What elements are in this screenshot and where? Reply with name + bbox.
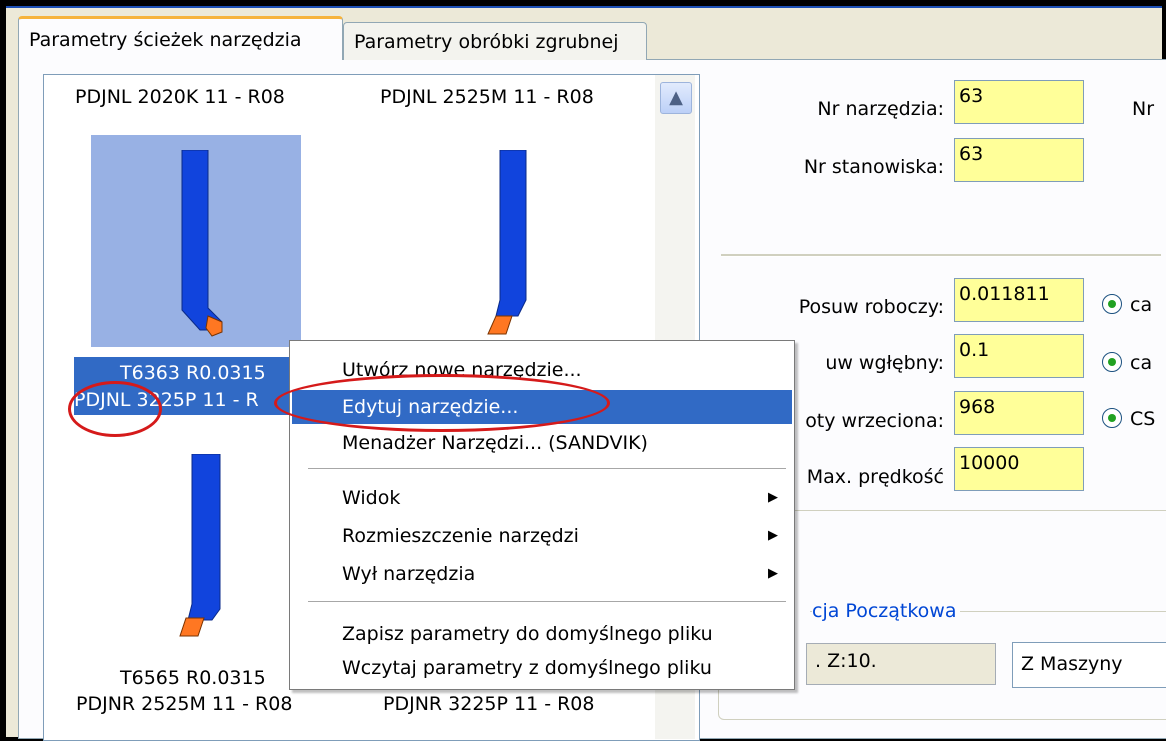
menu-item-tool-layout[interactable]: Rozmieszczenie narzędzi ▶ [292, 519, 792, 553]
annotation-ellipse [274, 374, 610, 432]
start-position-group-label: cja Początkowa [812, 600, 961, 622]
window-edge [6, 6, 1162, 8]
station-number-label: Nr stanowiska: [803, 156, 944, 178]
turning-tool-icon[interactable] [178, 150, 228, 340]
spindle-unit-radio[interactable] [1102, 408, 1122, 428]
submenu-arrow-icon: ▶ [768, 566, 778, 581]
spindle-unit-label: CS [1130, 408, 1156, 430]
menu-item-save-defaults[interactable]: Zapisz parametry do domyślnego pliku [292, 617, 792, 651]
max-speed-field[interactable]: 10000 [954, 447, 1084, 491]
feed-unit-label: ca [1130, 294, 1153, 316]
tab-roughing-parameters[interactable]: Parametry obróbki zgrubnej [343, 22, 647, 60]
turning-tool-icon[interactable] [172, 454, 228, 644]
menu-separator [308, 601, 786, 602]
tool-label-selected[interactable]: T6363 R0.0315 [120, 362, 266, 384]
menu-item-label: Rozmieszczenie narzędzi [342, 525, 579, 547]
annotation-ellipse [68, 381, 162, 437]
chevron-up-icon: ▲ [669, 87, 683, 108]
tool-label[interactable]: PDJNL 2525M 11 - R08 [380, 86, 594, 108]
tool-label[interactable]: PDJNR 3225P 11 - R08 [383, 693, 595, 715]
menu-item-tool-off[interactable]: Wył narzędzia ▶ [292, 557, 792, 591]
tool-number-field[interactable]: 63 [954, 80, 1084, 124]
feed-rate-label: Posuw roboczy: [798, 296, 944, 318]
section-divider [721, 254, 1161, 257]
station-number-field[interactable]: 63 [954, 138, 1084, 182]
menu-item-label: Widok [342, 487, 401, 509]
tool-label[interactable]: T6565 R0.0315 [120, 667, 266, 689]
feed-rate-field[interactable]: 0.011811 [954, 278, 1084, 322]
menu-item-tool-manager[interactable]: Menadżer Narzędzi... (SANDVIK) [292, 426, 792, 460]
tab-toolpath-parameters[interactable]: Parametry ścieżek narzędzia [18, 16, 343, 60]
menu-item-label: Wył narzędzia [342, 563, 476, 585]
submenu-arrow-icon: ▶ [768, 528, 778, 543]
menu-separator [308, 468, 786, 469]
plunge-unit-radio[interactable] [1102, 352, 1122, 372]
submenu-arrow-icon: ▶ [768, 490, 778, 505]
menu-item-load-defaults[interactable]: Wczytaj parametry z domyślnego pliku [292, 651, 792, 685]
start-position-combo[interactable]: Z Maszyny [1012, 642, 1166, 688]
scroll-up-button[interactable]: ▲ [660, 82, 692, 114]
plunge-unit-label: ca [1130, 352, 1153, 374]
feed-unit-radio[interactable] [1102, 294, 1122, 314]
tool-number-label: Nr narzędzia: [817, 98, 944, 120]
tool-number2-label: Nr [1132, 98, 1155, 120]
spindle-speed-field[interactable]: 968 [954, 391, 1084, 435]
turning-tool-icon[interactable] [482, 150, 532, 340]
tool-label[interactable]: PDJNL 2020K 11 - R08 [75, 86, 285, 108]
plunge-rate-field[interactable]: 0.1 [954, 334, 1084, 378]
start-position-field: . Z:10. [806, 643, 996, 685]
menu-item-view[interactable]: Widok ▶ [292, 481, 792, 515]
tool-label[interactable]: PDJNR 2525M 11 - R08 [76, 693, 292, 715]
